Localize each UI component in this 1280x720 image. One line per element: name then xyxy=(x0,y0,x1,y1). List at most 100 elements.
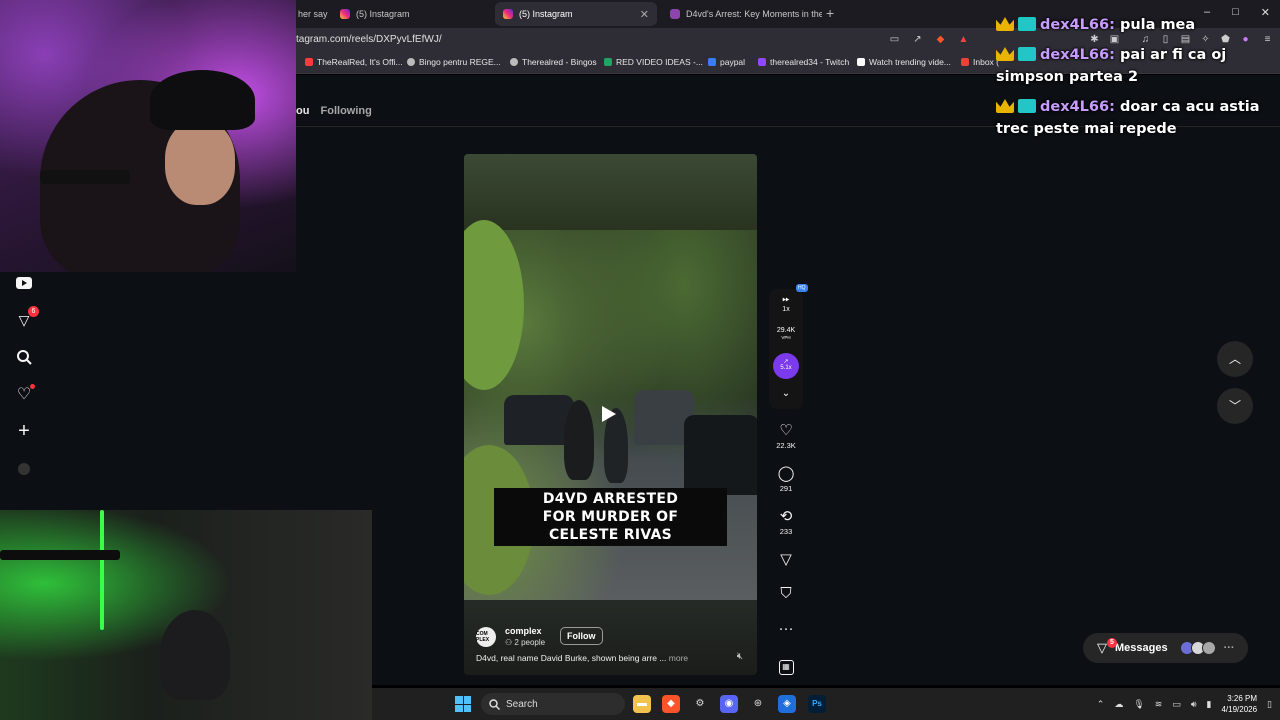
save-button[interactable]: ⛉ xyxy=(770,586,802,602)
author-name[interactable]: complex xyxy=(505,626,542,636)
feed-tabs: ou Following xyxy=(296,105,380,117)
mic-arm-shape xyxy=(40,170,130,184)
play-icon[interactable] xyxy=(602,406,616,422)
chat-username: dex4L66: xyxy=(1040,17,1115,33)
chat-message: dex4L66: doar ca acu astia trec peste ma… xyxy=(996,96,1280,140)
discord-icon[interactable]: ◉ xyxy=(720,695,738,713)
previous-reel-button[interactable]: ︿ xyxy=(1217,341,1253,377)
bookmark-6[interactable]: therealred34 - Twitch xyxy=(758,57,849,67)
avatar xyxy=(1201,641,1216,655)
globe-icon xyxy=(407,58,415,66)
sidebar-item-notifications[interactable]: ♡ xyxy=(15,384,35,403)
collab-count[interactable]: ⚇ 2 people xyxy=(505,638,545,647)
mute-icon[interactable]: 🔇︎ xyxy=(737,651,743,662)
follow-button[interactable]: Follow xyxy=(560,627,603,645)
boost-button[interactable]: ↗ 5.1x xyxy=(773,353,799,379)
author-avatar[interactable]: COM PLEX xyxy=(476,627,496,647)
share-icon[interactable]: ↗ xyxy=(912,34,923,45)
extension-panel: HQ ⏩︎ 1x 29.4K VPH ↗ 5.1x ⌄ xyxy=(769,284,808,409)
tab-2[interactable]: (5) Instagram xyxy=(332,2,492,26)
steam-icon[interactable]: ⊛ xyxy=(749,695,767,713)
screen-icon[interactable]: ▭ xyxy=(889,34,900,45)
send-icon: ▽ xyxy=(780,551,792,568)
file-explorer-icon[interactable]: ▬ xyxy=(633,695,651,713)
brave-browser-icon[interactable]: ◆ xyxy=(662,695,680,713)
bookmark-4[interactable]: RED VIDEO IDEAS -... xyxy=(604,57,703,67)
app-icon[interactable]: ◈ xyxy=(778,695,796,713)
sidebar-item-create[interactable]: + xyxy=(15,419,33,442)
tab-3-active[interactable]: (5) Instagram ✕ xyxy=(495,2,657,26)
audio-button[interactable]: ▦ xyxy=(770,656,802,675)
more-options-button[interactable]: ··· xyxy=(770,621,802,637)
bookmark-5[interactable]: paypal xyxy=(708,57,745,67)
bookmark-1[interactable]: TheRealRed, It's Offi... xyxy=(305,57,403,67)
taskbar-search[interactable]: Search xyxy=(481,693,625,715)
volume-icon[interactable]: 🔊︎ xyxy=(1191,699,1197,710)
wifi-icon[interactable]: ≋ xyxy=(1155,699,1163,710)
url-field[interactable]: tagram.com/reels/DXPyvLfEfWJ/ xyxy=(296,34,442,45)
chevron-down-icon[interactable]: ⌄ xyxy=(769,388,803,399)
tab-3-label: (5) Instagram xyxy=(519,9,573,19)
search-icon xyxy=(17,350,32,365)
comment-button[interactable]: ◯ 291 xyxy=(770,466,802,494)
battery-icon[interactable]: ▮ xyxy=(1207,699,1212,710)
clock[interactable]: 3:26 PM 4/19/2026 xyxy=(1221,693,1257,715)
bookmark-label: paypal xyxy=(720,57,746,67)
windows-start-button[interactable] xyxy=(455,696,471,712)
chat-text: pula mea xyxy=(1119,17,1196,33)
bookmark-label: therealred34 - Twitch xyxy=(770,57,850,67)
close-icon[interactable]: ✕ xyxy=(640,8,649,21)
chat-message: dex4L66: pai ar fi ca oj simpson partea … xyxy=(996,44,1280,88)
sheets-icon xyxy=(604,58,612,66)
tab-for-you[interactable]: ou xyxy=(296,105,309,117)
mic-icon[interactable]: 🎙︎ xyxy=(1133,699,1144,710)
description-text: D4vd, real name David Burke, shown being… xyxy=(476,653,667,663)
cloud-icon[interactable]: ☁ xyxy=(1114,699,1123,710)
bookmark-2[interactable]: Bingo pentru REGE... xyxy=(407,57,501,67)
date: 4/19/2026 xyxy=(1221,705,1258,714)
globe-icon xyxy=(510,58,518,66)
new-tab-button[interactable]: + xyxy=(826,5,834,21)
speed-value[interactable]: 1x xyxy=(769,306,803,313)
app-icon[interactable]: ⚙ xyxy=(691,695,709,713)
chat-username: dex4L66: xyxy=(1040,47,1115,63)
share-button[interactable]: ▽ xyxy=(770,552,802,568)
caption-line-3: CELESTE RIVAS xyxy=(548,527,673,543)
repost-button[interactable]: ⟲ 233 xyxy=(770,509,802,537)
plus-icon: + xyxy=(18,419,30,442)
tab-following[interactable]: Following xyxy=(321,105,372,117)
monitor-icon[interactable]: ▭ xyxy=(1172,699,1181,710)
send-icon: ▽ xyxy=(1097,640,1107,655)
next-reel-button[interactable]: ﹀ xyxy=(1217,388,1253,424)
messages-button[interactable]: ▽ 5 Messages ··· xyxy=(1083,633,1248,663)
face-shape xyxy=(165,120,235,205)
notifications-icon[interactable]: ▯ xyxy=(1267,699,1272,710)
bookmark-8[interactable]: Inbox ( xyxy=(961,57,999,67)
webcam-overlay-main xyxy=(0,0,296,272)
fast-forward-icon[interactable]: ⏩︎ xyxy=(769,294,803,305)
sidebar-item-profile[interactable] xyxy=(15,460,33,478)
collab-count-label: 2 people xyxy=(514,638,546,647)
reel-card[interactable]: D4VD ARRESTED FOR MURDER OF CELESTE RIVA… xyxy=(464,154,757,675)
twitch-icon xyxy=(758,58,766,66)
chevron-up-icon[interactable]: ⌃ xyxy=(1097,699,1105,710)
sub-badge-icon xyxy=(1018,99,1036,113)
photoshop-icon[interactable]: Ps xyxy=(808,695,826,713)
messages-label: Messages xyxy=(1115,642,1168,654)
sidebar-item-home[interactable] xyxy=(15,274,33,292)
bookmark-7[interactable]: Watch trending vide... xyxy=(857,57,951,67)
sidebar-item-direct[interactable]: ▽ 6 xyxy=(15,306,39,329)
tab-4[interactable]: D4vd's Arrest: Key Moments in the In xyxy=(662,2,822,26)
tiktok-icon xyxy=(857,58,865,66)
bookmark-icon: ⛉ xyxy=(780,585,792,602)
rewards-icon[interactable]: ▲ xyxy=(958,34,969,45)
brave-shield-icon[interactable]: ◆ xyxy=(935,34,946,45)
reel-video[interactable]: D4VD ARRESTED FOR MURDER OF CELESTE RIVA… xyxy=(464,220,757,600)
bookmark-label: RED VIDEO IDEAS -... xyxy=(616,57,703,67)
bookmark-3[interactable]: Therealred - Bingos xyxy=(510,57,597,67)
more-link[interactable]: more xyxy=(669,653,688,663)
sidebar-item-search[interactable] xyxy=(15,348,33,366)
ellipsis-icon: ··· xyxy=(778,620,794,637)
like-button[interactable]: ♡ 22.3K xyxy=(770,423,802,451)
ellipsis-icon: ··· xyxy=(1223,642,1235,654)
